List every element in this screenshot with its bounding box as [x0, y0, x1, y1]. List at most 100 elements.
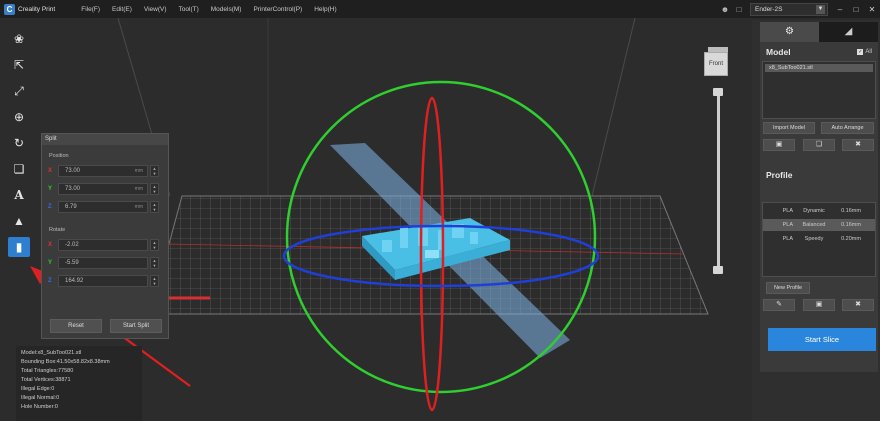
- spin-arrows-icon[interactable]: ▲ ▼: [150, 200, 159, 213]
- info-illegal-normal: Illegal Normal:0: [21, 395, 60, 401]
- model-info: Model:x8_SubToo021.stl Bounding Box:41.5…: [16, 346, 142, 421]
- printer-select-value: Ender-2S: [755, 5, 783, 13]
- rotate-x-input[interactable]: -2.02: [58, 238, 148, 251]
- creality-logo-icon: C: [4, 3, 15, 15]
- axis-label: Z: [48, 203, 52, 210]
- delete-profile-icon[interactable]: ✖: [842, 299, 874, 311]
- profile-row[interactable]: PLA Speedy 0.20mm: [763, 233, 875, 245]
- menu-printer-control[interactable]: PrinterControl(P): [253, 6, 302, 13]
- right-panel: ⚙ ◢ Model ✓ All x8_SubToo021.stl Import …: [752, 20, 880, 421]
- menu-tool[interactable]: Tool(T): [179, 6, 199, 13]
- open-folder-icon[interactable]: ▣: [763, 139, 795, 151]
- profile-list: PLA Dynamic 0.16mm PLA Balanced 0.16mm P…: [762, 202, 876, 277]
- shapes-icon[interactable]: ❀: [8, 29, 30, 49]
- menu-models[interactable]: Models(M): [211, 6, 242, 13]
- user-icon[interactable]: ☻: [718, 5, 732, 14]
- layer-slider-top-handle[interactable]: [713, 88, 723, 96]
- profile-row[interactable]: PLA Dynamic 0.16mm: [763, 205, 875, 217]
- text-icon[interactable]: A: [8, 185, 30, 205]
- profile-material: PLA: [782, 222, 793, 228]
- printer-select[interactable]: Ender-2S ▼: [750, 2, 828, 16]
- checkmark-icon: ✓: [857, 49, 864, 55]
- rotate-icon[interactable]: ↻: [8, 133, 30, 153]
- info-hole-number: Hole Number:0: [21, 404, 58, 410]
- menu-view[interactable]: View(V): [144, 6, 167, 13]
- duplicate-icon[interactable]: ❏: [803, 139, 835, 151]
- zoom-icon[interactable]: ⊕: [8, 107, 30, 127]
- copy-icon[interactable]: ❏: [8, 159, 30, 179]
- menu-help[interactable]: Help(H): [314, 6, 336, 13]
- split-panel-title: Split: [42, 134, 168, 145]
- profile-name: Dynamic: [803, 208, 825, 214]
- menu-bar: File(F) Edit(E) View(V) Tool(T) Models(M…: [81, 6, 348, 13]
- new-profile-button[interactable]: New Profile: [766, 282, 810, 294]
- close-icon[interactable]: ✕: [864, 5, 880, 14]
- import-profile-icon[interactable]: ▣: [803, 299, 835, 311]
- import-model-button[interactable]: Import Model: [763, 122, 815, 134]
- profile-name: Balanced: [802, 222, 826, 228]
- room-edge: [591, 18, 636, 197]
- select-all-checkbox[interactable]: ✓ All: [857, 49, 872, 55]
- title-bar: C Creality Print File(F) Edit(E) View(V)…: [0, 0, 880, 18]
- position-z-input[interactable]: 6.79 mm: [58, 200, 148, 213]
- device-icon[interactable]: □: [732, 5, 746, 14]
- layer-slider-bottom-handle[interactable]: [713, 266, 723, 274]
- position-y-row: Y 73.00 mm ▲ ▼: [48, 182, 168, 195]
- app-logo: C Creality Print: [4, 3, 56, 15]
- position-section-label: Position: [49, 153, 69, 159]
- axis-label: X: [48, 241, 53, 248]
- profile-section-title: Profile: [766, 170, 793, 180]
- rotate-section-label: Rotate: [49, 227, 66, 233]
- position-x-input[interactable]: 73.00 mm: [58, 164, 148, 177]
- profile-name: Speedy: [804, 236, 824, 242]
- model-section-title: Model: [766, 47, 791, 57]
- maximize-icon[interactable]: □: [848, 5, 864, 14]
- minimize-icon[interactable]: –: [832, 5, 848, 14]
- wrench-icon: ⚙: [785, 26, 794, 37]
- info-model: Model:x8_SubToo021.stl: [21, 350, 82, 356]
- split-icon[interactable]: ▮: [8, 237, 30, 257]
- axis-label: Y: [48, 185, 53, 192]
- tab-model-settings[interactable]: ⚙: [760, 22, 819, 42]
- preview-icon: ◢: [844, 26, 853, 37]
- list-item[interactable]: x8_SubToo021.stl: [765, 64, 873, 72]
- pointer-icon[interactable]: ⇱: [8, 55, 30, 75]
- axis-label: Y: [48, 259, 53, 266]
- profile-layer-height: 0.16mm: [841, 208, 861, 214]
- position-y-input[interactable]: 73.00 mm: [58, 182, 148, 195]
- auto-arrange-button[interactable]: Auto Arrange: [821, 122, 874, 134]
- view-cube[interactable]: Front: [704, 52, 728, 76]
- rotate-z-input[interactable]: 164.92: [58, 274, 148, 287]
- start-split-button[interactable]: Start Split: [110, 319, 162, 333]
- rotate-y-input[interactable]: -5.59: [58, 256, 148, 269]
- delete-icon[interactable]: ✖: [842, 139, 874, 151]
- profile-row-selected[interactable]: PLA Balanced 0.16mm: [763, 219, 875, 231]
- edit-icon[interactable]: ✎: [763, 299, 795, 311]
- right-panel-body: Model ✓ All x8_SubToo021.stl Import Mode…: [760, 42, 878, 372]
- spin-arrows-icon[interactable]: ▲ ▼: [150, 164, 159, 177]
- right-panel-tabs: ⚙ ◢: [760, 22, 878, 42]
- menu-file[interactable]: File(F): [81, 6, 100, 13]
- position-x-row: X 73.00 mm ▲ ▼: [48, 164, 168, 177]
- info-illegal-edge: Illegal Edge:0: [21, 386, 55, 392]
- chevron-down-icon: ▼: [816, 4, 825, 14]
- menu-edit[interactable]: Edit(E): [112, 6, 132, 13]
- tab-preview[interactable]: ◢: [819, 22, 878, 42]
- info-triangles: Total Triangles:77580: [21, 368, 74, 374]
- layer-slider-track[interactable]: [717, 92, 720, 272]
- spin-arrows-icon[interactable]: ▲ ▼: [150, 274, 159, 287]
- spin-arrows-icon[interactable]: ▲ ▼: [150, 238, 159, 251]
- reset-button[interactable]: Reset: [50, 319, 102, 333]
- app-title: Creality Print: [18, 5, 56, 13]
- support-icon[interactable]: ▲: [8, 211, 30, 231]
- scale-icon[interactable]: ⤢: [8, 81, 30, 101]
- start-slice-button[interactable]: Start Slice: [768, 328, 876, 351]
- rotate-y-row: Y -5.59 ▲ ▼: [48, 256, 168, 269]
- model-list: x8_SubToo021.stl: [762, 61, 876, 119]
- profile-material: PLA: [782, 208, 793, 214]
- spin-arrows-icon[interactable]: ▲ ▼: [150, 182, 159, 195]
- info-bounding-box: Bounding Box:41.50x58.82x8.38mm: [21, 359, 110, 365]
- axis-label: Z: [48, 277, 52, 284]
- spin-arrows-icon[interactable]: ▲ ▼: [150, 256, 159, 269]
- axis-label: X: [48, 167, 53, 174]
